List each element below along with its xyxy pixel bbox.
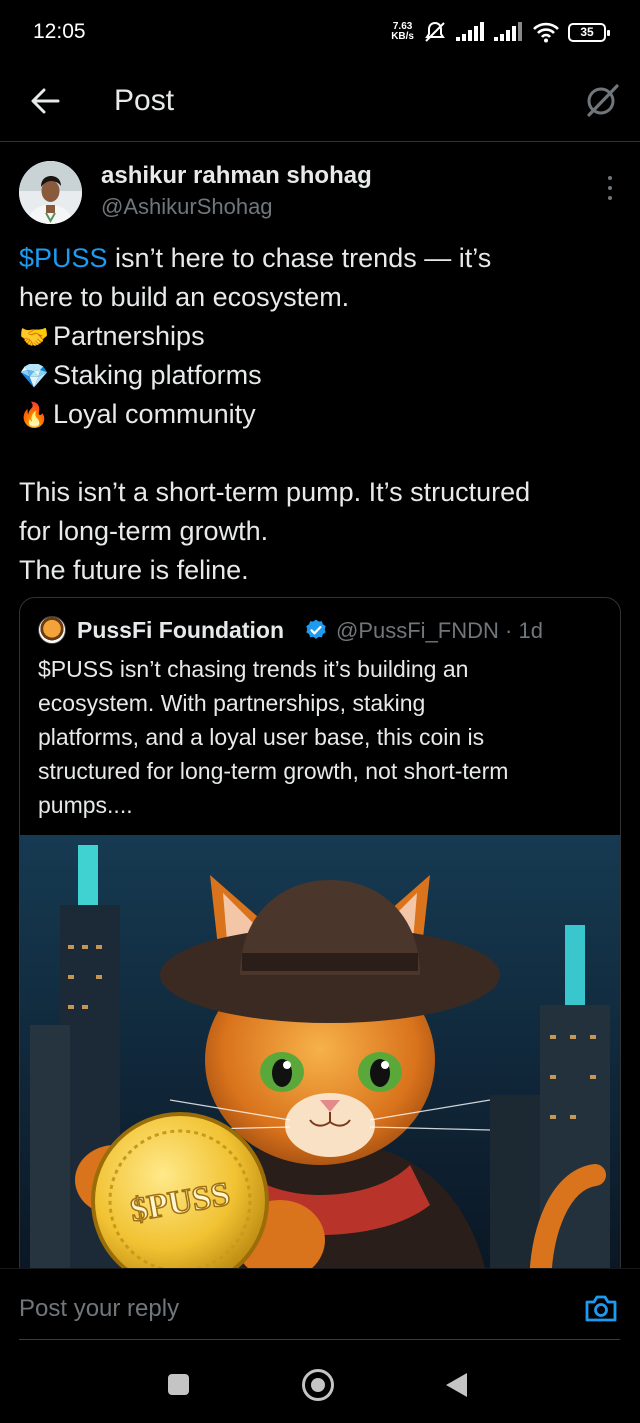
quoted-text-line: platforms, and a loyal user base, this c… [38,724,485,750]
camera-icon[interactable] [584,1293,618,1323]
post-line: This isn’t a short-term pump. It’s struc… [19,477,531,507]
grok-icon [587,84,619,117]
quoted-text-line: $PUSS isn’t chasing trends it’s building… [38,656,469,682]
reply-bar: Post your reply [0,1268,640,1340]
quoted-avatar [38,616,66,644]
signal-icon [456,22,484,41]
post-text: $PUSS isn’t here to chase trends — it’s … [19,239,624,590]
quoted-text-line: structured for long-term growth, not sho… [38,758,509,784]
wifi-icon [533,22,559,43]
back-triangle-icon[interactable] [446,1373,467,1397]
quoted-handle: @PussFi_FNDN [336,618,499,643]
cashtag-link[interactable]: $PUSS [19,243,108,273]
post-line: The future is feline. [19,555,249,585]
post-blank-line [19,434,624,473]
battery-level: 35 [580,25,594,39]
network-speed: 7.63 KB/s [391,22,414,42]
mute-icon [425,21,445,42]
author-handle[interactable]: @AshikurShohag [101,194,273,220]
battery-icon: 35 [568,22,610,42]
status-bar: 12:05 7.63 KB/s 35 [0,0,640,64]
back-button[interactable] [26,82,64,120]
post-list-item-text: Loyal community [53,399,256,429]
reply-input[interactable]: Post your reply [19,1295,179,1323]
more-options-button[interactable] [600,176,620,200]
post-list-item: 💎 Staking platforms [19,356,624,395]
post-line: $PUSS isn’t here to chase trends — it’s [19,239,624,278]
post-line-text: isn’t here to chase trends — it’s [107,243,492,273]
page-title: Post [114,84,175,117]
author-name[interactable]: ashikur rahman shohag [101,162,372,190]
home-icon[interactable] [302,1369,334,1401]
arrow-left-icon [31,88,60,114]
grok-button[interactable] [582,80,622,120]
gem-icon: 💎 [19,363,49,390]
dot-icon [608,196,612,200]
top-app-bar: Post [0,64,640,142]
cat-with-coin-illustration: $PUSS [20,835,620,1286]
quoted-text-line: ecosystem. With partnerships, staking [38,690,426,716]
avatar-image [19,161,82,224]
network-speed-unit: KB/s [391,31,414,42]
avatar[interactable] [19,161,82,224]
quoted-image[interactable]: $PUSS [20,835,620,1286]
post-list-item-text: Staking platforms [53,360,262,390]
handshake-icon: 🤝 [19,324,49,351]
verified-badge-icon [306,619,326,639]
recents-icon[interactable] [168,1374,189,1395]
system-nav-bar [0,1340,640,1423]
post-line: for long-term growth. [19,516,269,546]
post-list-item-text: Partnerships [53,321,205,351]
quoted-post[interactable]: PussFi Foundation @PussFi_FNDN · 1d $PUS… [19,597,621,1287]
quoted-text-line: pumps.... [38,792,133,818]
quoted-author-name: PussFi Foundation [77,617,284,643]
status-icons: 7.63 KB/s 35 [391,18,610,46]
meta-separator: · [498,618,519,643]
quoted-text: $PUSS isn’t chasing trends it’s building… [38,652,603,822]
status-time: 12:05 [33,20,86,43]
fire-icon: 🔥 [19,402,49,429]
dot-icon [608,186,612,190]
post-list-item: 🔥 Loyal community [19,395,624,434]
dot-icon [608,176,612,180]
signal-icon [494,22,522,41]
post-line: here to build an ecosystem. [19,282,350,312]
post-list-item: 🤝 Partnerships [19,317,624,356]
quoted-time: 1d [518,618,543,643]
quoted-meta: @PussFi_FNDN · 1d [336,618,543,644]
